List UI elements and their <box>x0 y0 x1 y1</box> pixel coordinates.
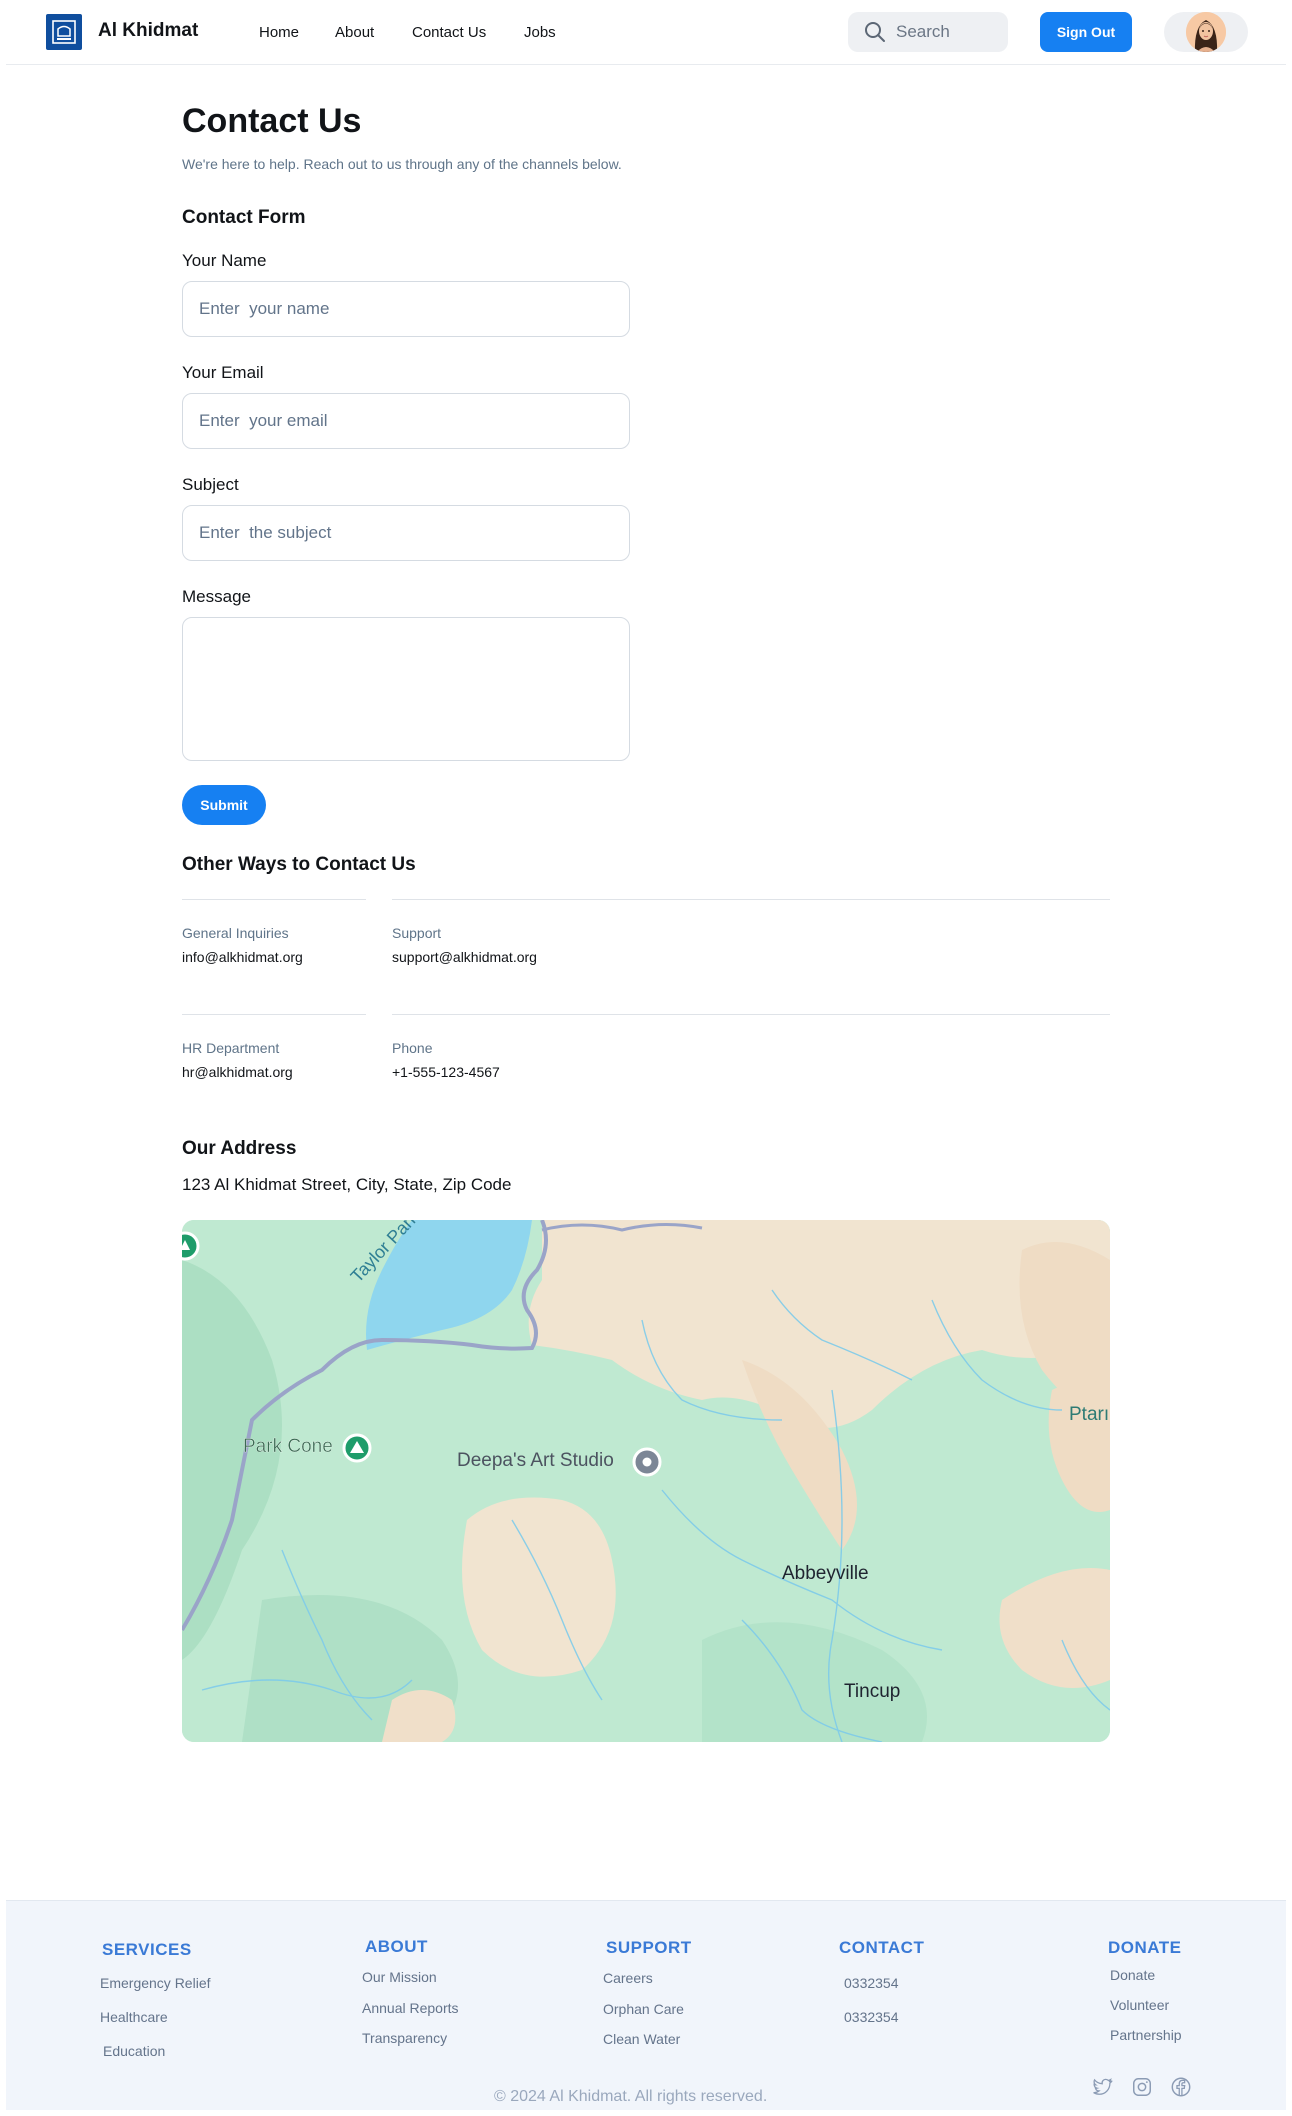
footer-link[interactable]: Donate <box>1110 1967 1155 1983</box>
footer-heading-donate: DONATE <box>1108 1938 1182 1957</box>
footer-link[interactable]: Education <box>103 2043 165 2059</box>
search-placeholder: Search <box>896 22 950 41</box>
footer-link[interactable]: 0332354 <box>844 2009 899 2025</box>
profile-menu[interactable] <box>1164 12 1248 52</box>
message-label: Message <box>182 587 251 606</box>
logo-icon[interactable] <box>46 14 82 50</box>
sign-out-button[interactable]: Sign Out <box>1040 12 1132 52</box>
brand-name[interactable]: Al Khidmat <box>98 20 198 42</box>
footer-link[interactable]: Careers <box>603 1970 653 1986</box>
nav-link-jobs[interactable]: Jobs <box>524 24 556 41</box>
nav-link-home[interactable]: Home <box>259 24 299 41</box>
divider <box>392 1014 1110 1015</box>
footer-heading-contact: CONTACT <box>839 1938 925 1957</box>
map-label: Abbeyville <box>782 1563 869 1584</box>
map-label: Deepa's Art Studio <box>457 1450 614 1471</box>
contact-item-label: Support <box>392 925 442 941</box>
location-map[interactable]: Taylor Park Reser Park Cone Deepa's Art … <box>182 1220 1110 1742</box>
footer-link[interactable]: Clean Water <box>603 2031 680 2047</box>
subject-label: Subject <box>182 475 239 494</box>
contact-item-value[interactable]: info@alkhidmat.org <box>182 949 303 965</box>
footer-link[interactable]: Partnership <box>1110 2027 1182 2043</box>
address-heading: Our Address <box>182 1138 297 1159</box>
footer-link[interactable]: Orphan Care <box>603 2001 684 2017</box>
footer-heading-about: ABOUT <box>365 1937 428 1956</box>
contact-item-value[interactable]: support@alkhidmat.org <box>392 949 537 965</box>
footer-link[interactable]: Annual Reports <box>362 2000 459 2016</box>
footer-link[interactable]: Emergency Relief <box>100 1975 211 1991</box>
map-label: Tincup <box>844 1681 901 1702</box>
copyright-text: © 2024 Al Khidmat. All rights reserved. <box>494 2088 768 2105</box>
top-navbar: Al Khidmat Home About Contact Us Jobs Se… <box>6 0 1286 65</box>
search-input[interactable]: Search <box>848 12 1008 52</box>
footer-link[interactable]: 0332354 <box>844 1975 899 1991</box>
instagram-icon[interactable] <box>1131 2076 1153 2098</box>
message-textarea[interactable] <box>182 617 630 761</box>
email-input[interactable] <box>182 393 630 449</box>
contact-item-label: Phone <box>392 1040 433 1056</box>
contact-form-heading: Contact Form <box>182 207 306 228</box>
facebook-icon[interactable] <box>1170 2076 1192 2098</box>
search-icon <box>865 22 885 42</box>
submit-button[interactable]: Submit <box>182 785 266 825</box>
footer-heading-services: SERVICES <box>102 1940 192 1959</box>
contact-item-value[interactable]: hr@alkhidmat.org <box>182 1064 293 1080</box>
other-ways-heading: Other Ways to Contact Us <box>182 854 416 875</box>
footer-heading-support: SUPPORT <box>606 1938 692 1957</box>
contact-item-value[interactable]: +1-555-123-4567 <box>392 1064 500 1080</box>
address-text: 123 Al Khidmat Street, City, State, Zip … <box>182 1175 512 1194</box>
subject-input[interactable] <box>182 505 630 561</box>
name-input[interactable] <box>182 281 630 337</box>
footer-link[interactable]: Volunteer <box>1110 1997 1169 2013</box>
divider <box>182 899 366 900</box>
footer-link[interactable]: Healthcare <box>100 2009 168 2025</box>
site-footer: SERVICES Emergency Relief Healthcare Edu… <box>6 1900 1286 2110</box>
page-title: Contact Us <box>182 102 362 140</box>
nav-link-contact-us[interactable]: Contact Us <box>412 24 486 41</box>
contact-item-label: General Inquiries <box>182 925 289 941</box>
email-label: Your Email <box>182 363 264 382</box>
map-label: Park Cone <box>243 1436 333 1457</box>
map-label: Ptarı <box>1069 1404 1110 1425</box>
footer-link[interactable]: Transparency <box>362 2030 447 2046</box>
avatar[interactable] <box>1186 12 1226 52</box>
page-subtitle: We're here to help. Reach out to us thro… <box>182 156 622 172</box>
nav-link-about[interactable]: About <box>335 24 374 41</box>
footer-link[interactable]: Our Mission <box>362 1969 437 1985</box>
name-label: Your Name <box>182 251 267 270</box>
divider <box>182 1014 366 1015</box>
divider <box>392 899 1110 900</box>
twitter-icon[interactable] <box>1091 2076 1113 2098</box>
contact-item-label: HR Department <box>182 1040 280 1056</box>
